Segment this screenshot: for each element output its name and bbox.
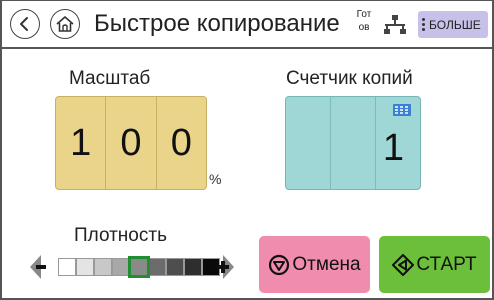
- density-scale[interactable]: [58, 256, 220, 278]
- start-button[interactable]: СТАРТ: [379, 236, 490, 293]
- counter-cell: [331, 97, 376, 189]
- density-swatch[interactable]: [166, 258, 184, 276]
- density-swatch[interactable]: [58, 258, 76, 276]
- more-dots-icon: [422, 18, 426, 31]
- header-bar: Быстрое копирование Гот ов БОЛЬШЕ: [2, 1, 492, 49]
- density-decrease-button[interactable]: [29, 252, 51, 282]
- cancel-label: Отмена: [292, 253, 361, 275]
- scale-field[interactable]: 1 0 0: [55, 96, 207, 190]
- status-text: Гот ов: [353, 8, 375, 34]
- scale-label: Масштаб: [69, 68, 151, 89]
- status-line-1: Гот: [356, 9, 372, 20]
- copy-counter-label: Счетчик копий: [286, 68, 413, 89]
- density-label: Плотность: [74, 225, 167, 246]
- start-icon: [392, 253, 415, 276]
- stop-icon: [269, 254, 290, 275]
- cancel-button[interactable]: Отмена: [259, 236, 370, 293]
- more-button[interactable]: БОЛЬШЕ: [418, 11, 488, 38]
- quick-copy-screen: Быстрое копирование Гот ов БОЛЬШЕ Масшта…: [0, 0, 494, 300]
- density-swatch[interactable]: [112, 258, 130, 276]
- more-label: БОЛЬШЕ: [429, 17, 481, 32]
- back-button[interactable]: [10, 9, 40, 39]
- network-icon: [384, 15, 406, 34]
- density-swatch[interactable]: [148, 258, 166, 276]
- increase-arrow-icon: [217, 255, 234, 279]
- scale-unit: %: [209, 171, 222, 187]
- scale-digit-hundreds: 1: [56, 97, 107, 189]
- decrease-arrow-icon: [30, 255, 46, 279]
- density-swatch[interactable]: [184, 258, 202, 276]
- scale-digit-ones: 0: [170, 121, 192, 164]
- back-arrow-icon: [20, 17, 28, 31]
- density-swatch[interactable]: [76, 258, 94, 276]
- start-label: СТАРТ: [416, 253, 477, 275]
- counter-cell: 1: [376, 97, 420, 189]
- copy-count-value: 1: [382, 127, 404, 169]
- density-swatch[interactable]: [94, 258, 112, 276]
- density-increase-button[interactable]: [213, 252, 235, 282]
- home-button[interactable]: [50, 9, 80, 39]
- status-line-2: ов: [358, 22, 370, 33]
- copy-counter-field[interactable]: 1: [285, 96, 421, 190]
- page-title: Быстрое копирование: [94, 10, 340, 37]
- scale-digit-tens: 0: [106, 97, 157, 189]
- counter-cell: [286, 97, 331, 189]
- keypad-icon: [393, 104, 411, 116]
- density-swatch-selected[interactable]: [128, 256, 150, 278]
- home-icon: [56, 16, 74, 32]
